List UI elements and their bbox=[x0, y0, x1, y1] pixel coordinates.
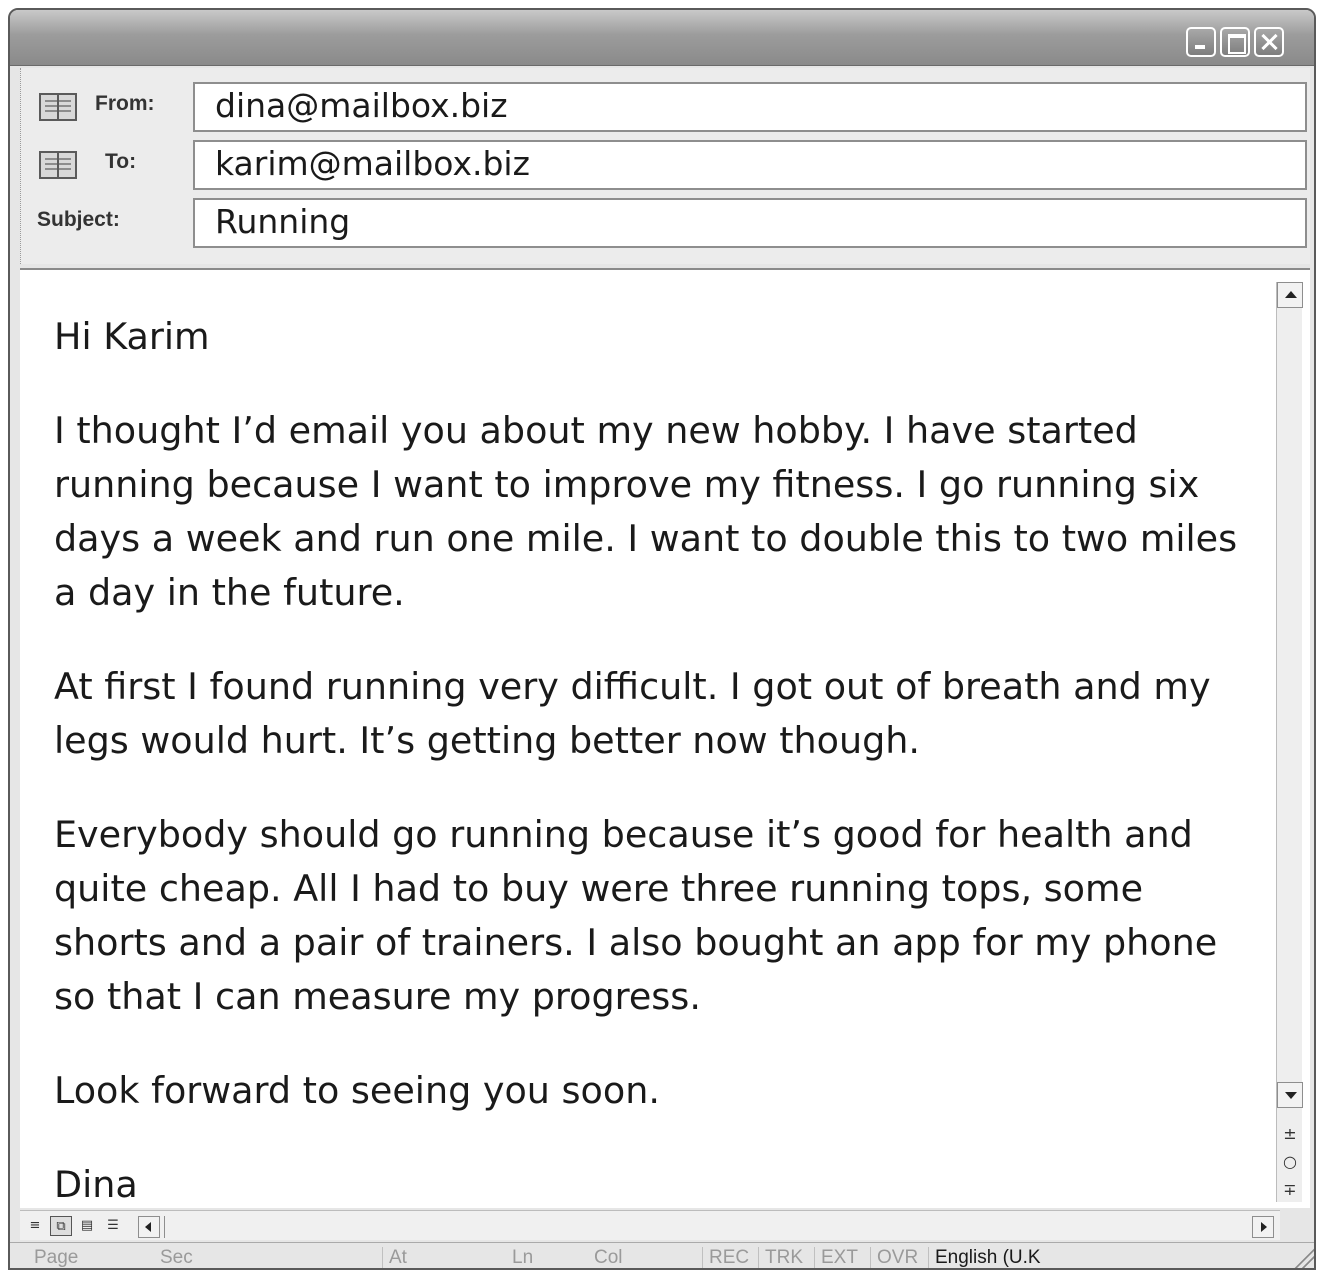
status-section: Sec bbox=[160, 1247, 193, 1268]
subject-row: Subject: Running bbox=[21, 198, 1311, 248]
status-language[interactable]: English (U.K bbox=[928, 1247, 1041, 1268]
email-window: From: dina@mailbox.biz To: karim@mailbox… bbox=[8, 8, 1316, 1270]
next-page-icon[interactable]: ∓ bbox=[1277, 1178, 1303, 1202]
from-label: From: bbox=[95, 92, 155, 115]
maximize-icon[interactable] bbox=[1220, 27, 1250, 57]
address-book-icon[interactable] bbox=[39, 93, 77, 121]
from-field[interactable]: dina@mailbox.biz bbox=[193, 82, 1307, 132]
scroll-left-icon[interactable] bbox=[138, 1216, 160, 1238]
status-line: Ln bbox=[512, 1247, 534, 1268]
vertical-scrollbar[interactable]: ± ○ ∓ bbox=[1276, 282, 1303, 1202]
web-layout-view-icon[interactable]: ⧉ bbox=[50, 1216, 72, 1236]
minimize-icon[interactable] bbox=[1186, 27, 1216, 57]
to-row: To: karim@mailbox.biz bbox=[21, 140, 1311, 190]
previous-page-icon[interactable]: ± bbox=[1277, 1122, 1303, 1146]
outline-view-icon[interactable]: ☰ bbox=[102, 1216, 124, 1236]
status-column: Col bbox=[594, 1247, 623, 1268]
message-text[interactable]: Hi Karim I thought I’d email you about m… bbox=[54, 310, 1244, 1252]
email-header: From: dina@mailbox.biz To: karim@mailbox… bbox=[20, 68, 1310, 264]
greeting: Hi Karim bbox=[54, 315, 210, 358]
status-at: At bbox=[382, 1247, 407, 1268]
paragraph: Everybody should go running because it’s… bbox=[54, 813, 1218, 1018]
normal-view-icon[interactable]: ≡ bbox=[24, 1216, 46, 1236]
to-field[interactable]: karim@mailbox.biz bbox=[193, 140, 1307, 190]
from-row: From: dina@mailbox.biz bbox=[21, 82, 1311, 132]
close-icon[interactable] bbox=[1254, 27, 1284, 57]
paragraph: At first I found running very difficult.… bbox=[54, 665, 1211, 762]
message-body[interactable]: Hi Karim I thought I’d email you about m… bbox=[20, 268, 1310, 1208]
print-layout-view-icon[interactable]: ▤ bbox=[76, 1216, 98, 1236]
scroll-track[interactable] bbox=[164, 1216, 1248, 1238]
status-bar: Page Sec At Ln Col REC TRK EXT OVR Engli… bbox=[10, 1242, 1314, 1268]
to-label: To: bbox=[105, 150, 137, 173]
signature: Dina bbox=[54, 1163, 138, 1206]
closing: Look forward to seeing you soon. bbox=[54, 1069, 660, 1112]
horizontal-scrollbar[interactable]: ≡ ⧉ ▤ ☰ bbox=[20, 1210, 1280, 1240]
resize-grip-icon[interactable] bbox=[1290, 1246, 1314, 1268]
scroll-down-icon[interactable] bbox=[1277, 1082, 1303, 1108]
status-trk[interactable]: TRK bbox=[758, 1247, 803, 1268]
address-book-icon[interactable] bbox=[39, 151, 77, 179]
status-ovr[interactable]: OVR bbox=[870, 1247, 918, 1268]
browse-object-icon[interactable]: ○ bbox=[1277, 1150, 1303, 1174]
status-ext[interactable]: EXT bbox=[814, 1247, 858, 1268]
subject-field[interactable]: Running bbox=[193, 198, 1307, 248]
title-bar[interactable] bbox=[10, 10, 1314, 66]
status-page: Page bbox=[34, 1247, 79, 1268]
subject-label: Subject: bbox=[37, 208, 120, 231]
scroll-up-icon[interactable] bbox=[1277, 282, 1303, 308]
scroll-right-icon[interactable] bbox=[1252, 1216, 1274, 1238]
status-rec[interactable]: REC bbox=[702, 1247, 749, 1268]
paragraph: I thought I’d email you about my new hob… bbox=[54, 409, 1238, 614]
